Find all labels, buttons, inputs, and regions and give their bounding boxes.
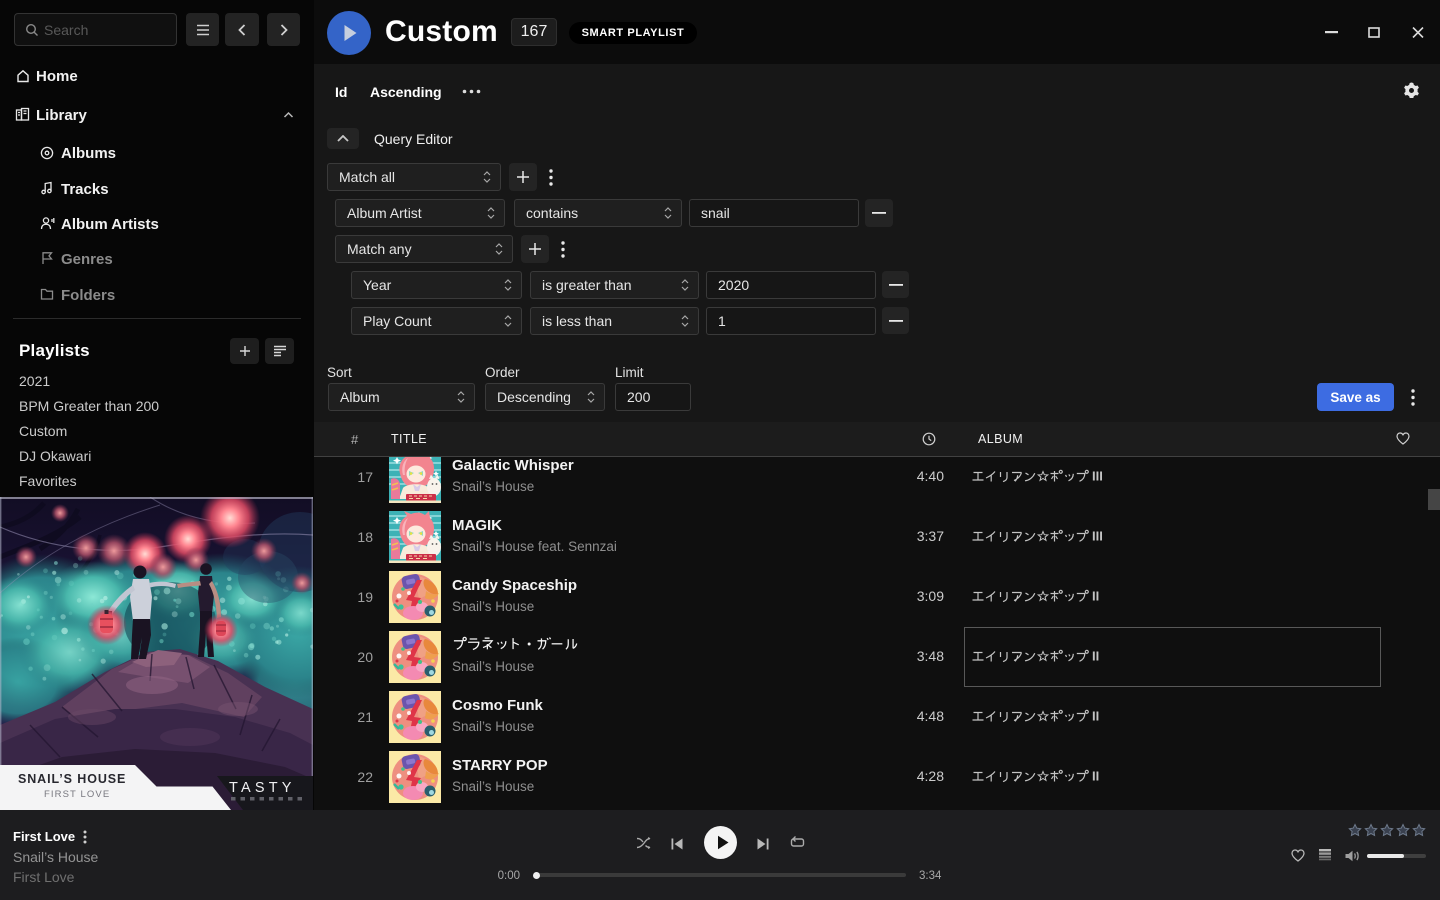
- svg-text:TASTY: TASTY: [229, 780, 296, 796]
- svg-text:III: III: [1092, 529, 1103, 543]
- svg-text:II: II: [1092, 649, 1099, 663]
- svg-text:II: II: [1092, 709, 1099, 723]
- svg-text:FIRST LOVE: FIRST LOVE: [44, 789, 110, 800]
- svg-text:II: II: [1092, 589, 1099, 603]
- svg-text:SNAIL’S HOUSE: SNAIL’S HOUSE: [18, 772, 126, 786]
- svg-text:II: II: [1092, 769, 1099, 783]
- svg-text:III: III: [1092, 469, 1103, 483]
